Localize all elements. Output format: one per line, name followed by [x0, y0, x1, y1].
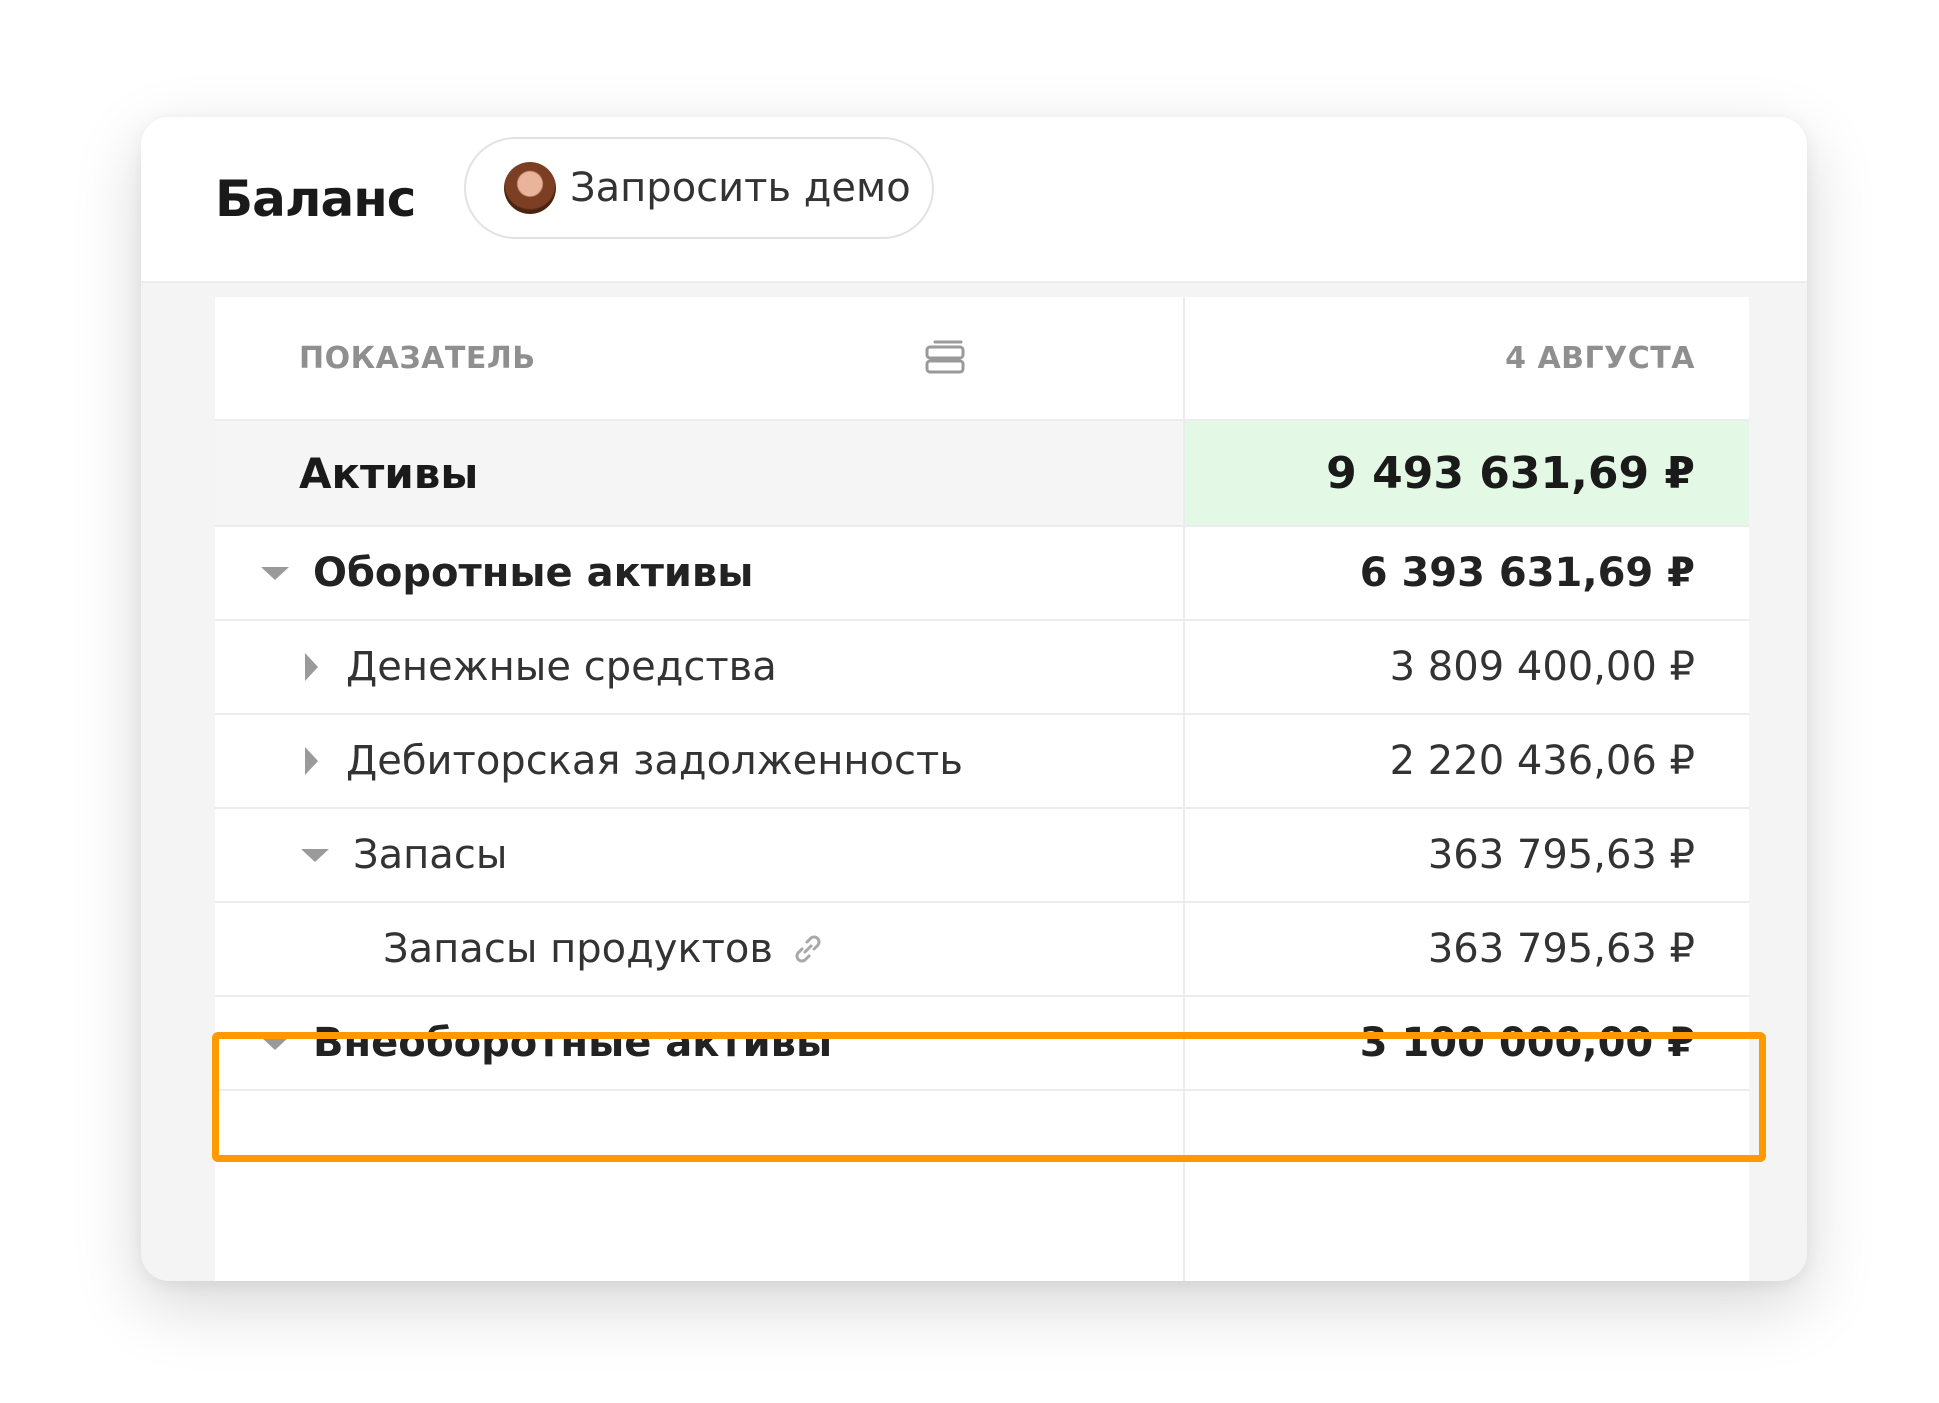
balance-table: ПОКАЗАТЕЛЬ 4 АВГУСТА Активы 9 493 631,69… — [215, 297, 1749, 1281]
row-label-cell: Запасы продуктов — [215, 903, 1185, 995]
row-value: 363 795,63 ₽ — [1427, 926, 1695, 972]
chevron-down-icon[interactable] — [261, 1036, 289, 1050]
row-label-cell: Дебиторская задолженность — [215, 715, 1185, 807]
column-header-indicator: ПОКАЗАТЕЛЬ — [299, 340, 536, 376]
chevron-down-icon[interactable] — [301, 848, 329, 862]
row-label: Запасы продуктов — [383, 926, 773, 972]
table-row[interactable]: Запасы 363 795,63 ₽ — [215, 809, 1749, 903]
row-label-cell: Запасы — [215, 809, 1185, 901]
row-value: 3 809 400,00 ₽ — [1389, 644, 1695, 690]
row-label: Внеоборотные активы — [313, 1020, 833, 1066]
table-header-row: ПОКАЗАТЕЛЬ 4 АВГУСТА — [215, 297, 1749, 421]
row-value-cell: 2 220 436,06 ₽ — [1185, 715, 1749, 807]
row-value-cell: 3 809 400,00 ₽ — [1185, 621, 1749, 713]
request-demo-button[interactable]: Запросить демо — [464, 137, 934, 239]
row-value-cell: 9 493 631,69 ₽ — [1185, 421, 1749, 525]
row-value: 363 795,63 ₽ — [1427, 832, 1695, 878]
row-value-cell: 6 393 631,69 ₽ — [1185, 527, 1749, 619]
request-demo-label: Запросить демо — [570, 165, 911, 211]
row-value-cell: 363 795,63 ₽ — [1185, 809, 1749, 901]
row-value-cell: 3 100 000,00 ₽ — [1185, 997, 1749, 1089]
column-divider — [1183, 1091, 1185, 1281]
page-title: Баланс — [215, 170, 416, 228]
avatar — [504, 162, 556, 214]
column-header-date: 4 АВГУСТА — [1505, 340, 1695, 376]
table-row[interactable]: Дебиторская задолженность 2 220 436,06 ₽ — [215, 715, 1749, 809]
balance-card: Баланс Запросить демо ПОКАЗАТЕЛЬ 4 АВГУС… — [141, 117, 1807, 1281]
table-row[interactable]: Оборотные активы 6 393 631,69 ₽ — [215, 527, 1749, 621]
columns-icon[interactable] — [925, 340, 965, 378]
row-label: Дебиторская задолженность — [346, 738, 963, 784]
row-label: Запасы — [353, 832, 508, 878]
row-label-cell: Активы — [215, 421, 1185, 525]
indicator-header-cell: ПОКАЗАТЕЛЬ — [215, 297, 1185, 419]
table-row[interactable]: Внеоборотные активы 3 100 000,00 ₽ — [215, 997, 1749, 1091]
row-value: 3 100 000,00 ₽ — [1359, 1020, 1695, 1066]
chevron-right-icon[interactable] — [305, 747, 318, 775]
row-value: 6 393 631,69 ₽ — [1359, 550, 1695, 596]
row-value: 2 220 436,06 ₽ — [1389, 738, 1695, 784]
row-label: Денежные средства — [346, 644, 777, 690]
row-label-cell: Оборотные активы — [215, 527, 1185, 619]
chevron-down-icon[interactable] — [261, 566, 289, 580]
row-value-cell: 363 795,63 ₽ — [1185, 903, 1749, 995]
table-row[interactable]: Денежные средства 3 809 400,00 ₽ — [215, 621, 1749, 715]
row-label-cell: Денежные средства — [215, 621, 1185, 713]
row-label: Активы — [299, 448, 479, 498]
table-row: Активы 9 493 631,69 ₽ — [215, 421, 1749, 527]
table-row[interactable]: Запасы продуктов 363 795,63 ₽ — [215, 903, 1749, 997]
row-value: 9 493 631,69 ₽ — [1326, 447, 1695, 499]
row-label-cell: Внеоборотные активы — [215, 997, 1185, 1089]
link-icon[interactable] — [791, 932, 825, 966]
row-label: Оборотные активы — [313, 550, 754, 596]
date-header-cell: 4 АВГУСТА — [1185, 297, 1749, 419]
chevron-right-icon[interactable] — [305, 653, 318, 681]
card-header: Баланс Запросить демо — [141, 117, 1807, 283]
